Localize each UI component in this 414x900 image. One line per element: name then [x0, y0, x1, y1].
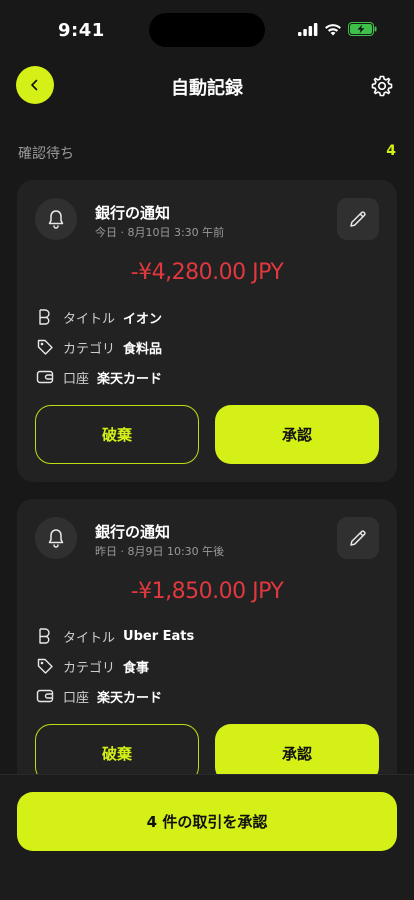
- status-bar: 9:41: [0, 0, 414, 56]
- detail-label: タイトル: [63, 630, 116, 646]
- card-title: 銀行の通知: [95, 204, 171, 222]
- detail-label: カテゴリ: [63, 660, 116, 676]
- status-icons: [298, 22, 378, 36]
- discard-button[interactable]: 破棄: [35, 405, 199, 464]
- card-timestamp: 昨日 · 8月9日 10:30 午後: [95, 545, 225, 558]
- merchant-icon: [35, 307, 55, 327]
- detail-value: 食料品: [123, 341, 163, 357]
- signal-icon: [298, 22, 318, 36]
- detail-value: Uber Eats: [123, 628, 195, 644]
- bell-icon: [48, 210, 64, 229]
- pencil-icon: [350, 530, 366, 546]
- detail-value: 楽天カード: [97, 690, 163, 706]
- bottom-action-bar: 4 件の取引を承認: [0, 774, 414, 900]
- dynamic-island: [149, 13, 265, 47]
- detail-row-account: 口座 楽天カード: [35, 685, 162, 707]
- settings-button[interactable]: [368, 72, 396, 100]
- approve-all-button[interactable]: 4 件の取引を承認: [17, 792, 397, 851]
- battery-charging-icon: [348, 22, 377, 36]
- detail-value: イオン: [123, 311, 163, 327]
- transaction-amount: -¥1,850.00 JPY: [130, 579, 284, 604]
- pencil-icon: [350, 211, 366, 227]
- transaction-card: 銀行の通知 今日 · 8月10日 3:30 午前 -¥4,280.00 JPY …: [17, 180, 397, 482]
- wallet-icon: [35, 686, 55, 706]
- edit-button[interactable]: [337, 517, 379, 559]
- gear-icon: [371, 75, 393, 97]
- section-label: 確認待ち: [18, 146, 74, 162]
- tag-icon: [35, 656, 55, 676]
- wallet-icon: [35, 367, 55, 387]
- detail-row-title: タイトル イオン: [35, 306, 162, 328]
- detail-row-account: 口座 楽天カード: [35, 366, 162, 388]
- status-time: 9:41: [58, 20, 105, 41]
- detail-row-title: タイトル Uber Eats: [35, 625, 194, 647]
- detail-value: 食事: [123, 660, 150, 676]
- detail-value: 楽天カード: [97, 371, 163, 387]
- approve-button[interactable]: 承認: [215, 405, 379, 464]
- transaction-card: 銀行の通知 昨日 · 8月9日 10:30 午後 -¥1,850.00 JPY …: [17, 499, 397, 801]
- bell-icon: [48, 529, 64, 548]
- detail-label: 口座: [63, 371, 90, 387]
- transaction-amount: -¥4,280.00 JPY: [130, 260, 284, 285]
- edit-button[interactable]: [337, 198, 379, 240]
- detail-label: カテゴリ: [63, 341, 116, 357]
- card-timestamp: 今日 · 8月10日 3:30 午前: [95, 226, 225, 239]
- detail-label: タイトル: [63, 311, 116, 327]
- page-title: 自動記録: [171, 78, 243, 99]
- card-title: 銀行の通知: [95, 523, 171, 541]
- pending-count: 4: [386, 143, 396, 159]
- wifi-icon: [325, 23, 341, 35]
- pending-section-header: 確認待ち 4: [18, 143, 396, 163]
- tag-icon: [35, 337, 55, 357]
- header: 自動記録: [0, 62, 414, 110]
- detail-label: 口座: [63, 690, 90, 706]
- merchant-icon: [35, 626, 55, 646]
- notification-badge: [35, 198, 77, 240]
- notification-badge: [35, 517, 77, 559]
- detail-row-category: カテゴリ 食料品: [35, 336, 162, 358]
- detail-row-category: カテゴリ 食事: [35, 655, 149, 677]
